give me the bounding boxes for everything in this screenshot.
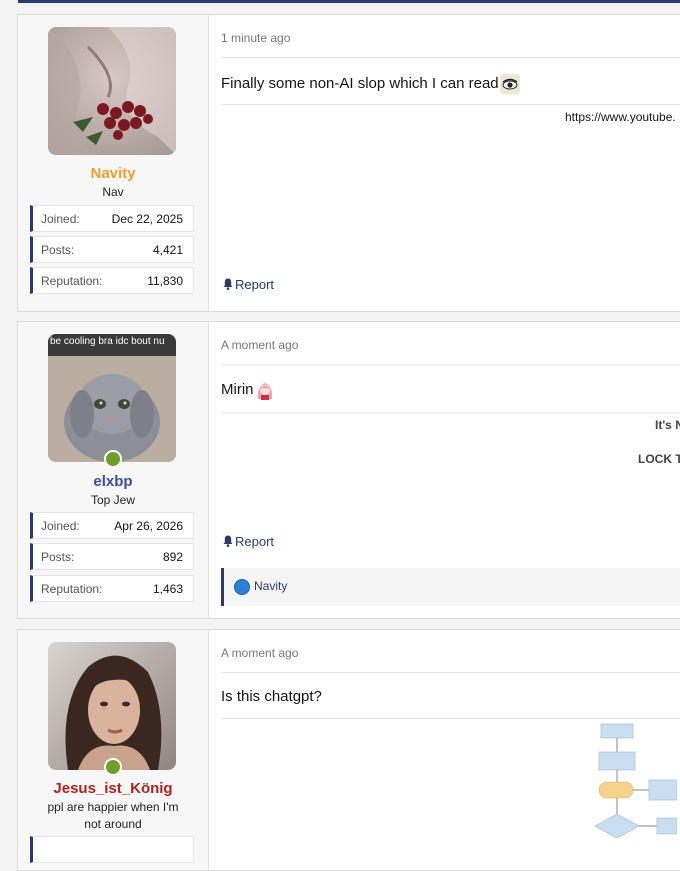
message-body: Mirin: [221, 380, 275, 400]
user-title: ppl are happier when I'm not around: [47, 800, 179, 831]
avatar-caption: be cooling bra idc bout nu: [50, 336, 165, 347]
report-label: Report: [235, 277, 275, 292]
message-column: A moment ago Mirin It's N LOCK TI Report…: [209, 322, 680, 618]
stat-posts: Posts: 4,421: [30, 236, 194, 263]
like-icon: [234, 579, 250, 595]
username[interactable]: Navity: [18, 165, 208, 182]
post-elxbp: be cooling bra idc bout nu elxbp Top Jew…: [17, 321, 680, 619]
stat-label: Joined:: [41, 212, 80, 226]
stat-label: Posts:: [41, 550, 75, 564]
divider: [221, 57, 680, 58]
post-time[interactable]: A moment ago: [221, 338, 298, 352]
username[interactable]: elxbp: [18, 473, 208, 490]
online-status-indicator: [104, 450, 122, 468]
signature-line: It's N: [655, 418, 680, 432]
stat-joined: [30, 836, 194, 863]
top-accent-bar: [18, 0, 680, 3]
stat-value: 1,463: [152, 582, 183, 596]
divider: [221, 412, 680, 413]
message-text: Finally some non-AI slop which I can rea…: [221, 74, 499, 92]
post-time[interactable]: 1 minute ago: [221, 31, 290, 45]
stat-reputation: Reputation: 1,463: [30, 575, 194, 602]
stat-value: 892: [162, 550, 183, 564]
stat-joined: Joined: Dec 22, 2025: [30, 205, 194, 232]
avatar[interactable]: [48, 642, 176, 770]
username[interactable]: Jesus_ist_König: [18, 780, 208, 797]
reaction-user[interactable]: Navity: [254, 579, 287, 593]
stat-value: Dec 22, 2025: [111, 212, 183, 226]
stat-reputation: Reputation: 11,830: [30, 267, 194, 294]
signature-line: LOCK TI: [638, 452, 680, 466]
message-column: 1 minute ago Finally some non-AI slop wh…: [209, 15, 680, 311]
message-column: A moment ago Is this chatgpt?: [209, 630, 680, 870]
stat-label: Posts:: [41, 243, 75, 257]
stat-posts: Posts: 892: [30, 543, 194, 570]
signature-link[interactable]: https://www.youtube.: [565, 110, 676, 124]
post-time[interactable]: A moment ago: [221, 646, 298, 660]
message-body: Finally some non-AI slop which I can rea…: [221, 74, 520, 94]
online-status-indicator: [104, 758, 122, 776]
anime-girl-emoji-icon: [254, 380, 275, 400]
stat-label: Reputation:: [41, 582, 103, 596]
user-column: Navity Nav Joined: Dec 22, 2025 Posts: 4…: [18, 15, 209, 311]
divider: [221, 104, 680, 105]
stat-joined: Joined: Apr 26, 2026: [30, 512, 194, 539]
flowchart-image[interactable]: [587, 720, 678, 846]
reactions-bar[interactable]: Navity: [221, 568, 680, 606]
user-title: Top Jew: [90, 493, 136, 507]
report-button[interactable]: Report: [223, 534, 274, 549]
avatar[interactable]: be cooling bra idc bout nu: [48, 334, 176, 462]
divider: [221, 672, 680, 673]
bell-icon: [223, 278, 233, 290]
user-title: Nav: [102, 185, 124, 199]
message-text: Is this chatgpt?: [221, 688, 322, 705]
stat-value: Apr 26, 2026: [114, 519, 183, 533]
stat-value: 11,830: [147, 274, 183, 288]
post-jesus-ist-koenig: Jesus_ist_König ppl are happier when I'm…: [17, 629, 680, 871]
eye-emoji-icon: [499, 74, 520, 94]
stat-label: Joined:: [41, 519, 80, 533]
divider: [221, 718, 680, 719]
user-column: Jesus_ist_König ppl are happier when I'm…: [18, 630, 209, 870]
user-column: be cooling bra idc bout nu elxbp Top Jew…: [18, 322, 209, 618]
avatar[interactable]: [48, 27, 176, 155]
message-text: Mirin: [221, 380, 254, 398]
stat-label: Reputation:: [41, 274, 103, 288]
report-label: Report: [235, 534, 275, 549]
bell-icon: [223, 535, 233, 547]
report-button[interactable]: Report: [223, 277, 274, 292]
divider: [221, 364, 680, 365]
post-navity: Navity Nav Joined: Dec 22, 2025 Posts: 4…: [17, 14, 680, 312]
stat-value: 4,421: [152, 243, 183, 257]
